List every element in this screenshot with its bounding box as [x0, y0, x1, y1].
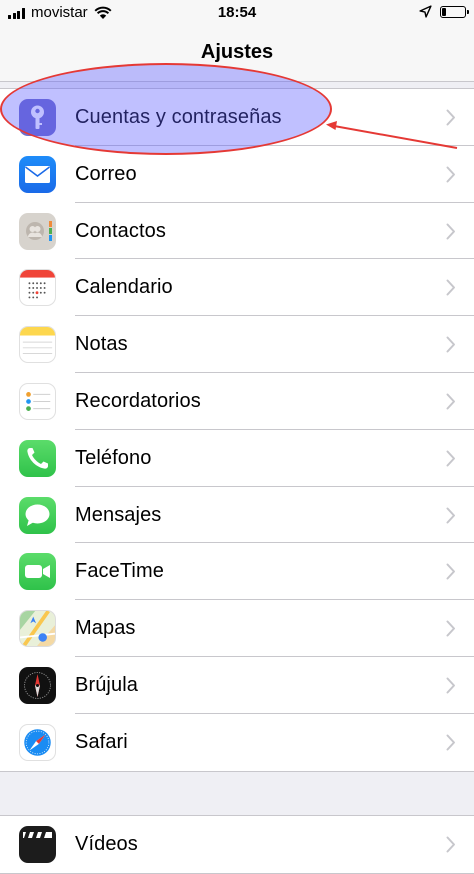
chevron-right-icon: [446, 166, 455, 183]
chevron-right-icon: [446, 450, 455, 467]
settings-row-cuentas[interactable]: Cuentas y contraseñas: [0, 89, 474, 146]
settings-row-videos[interactable]: Vídeos: [0, 816, 474, 873]
battery-icon: [440, 5, 469, 18]
settings-row-mapas[interactable]: Mapas: [0, 600, 474, 657]
settings-row-label: Recordatorios: [75, 389, 201, 412]
settings-row-label: Teléfono: [75, 446, 152, 469]
settings-row-label: Mensajes: [75, 503, 162, 526]
reminders-icon: [19, 382, 56, 420]
settings-row-calendario[interactable]: Calendario: [0, 259, 474, 317]
chevron-right-icon: [446, 677, 455, 694]
settings-row-label: Notas: [75, 333, 128, 356]
contacts-icon: [19, 212, 56, 250]
settings-row-label: Calendario: [75, 276, 173, 299]
chevron-right-icon: [446, 279, 455, 296]
maps-icon: [19, 610, 56, 648]
calendar-icon: [19, 269, 56, 307]
settings-row-contactos[interactable]: Contactos: [0, 203, 474, 260]
status-bar: movistar 18:54: [0, 0, 474, 26]
chevron-right-icon: [446, 563, 455, 580]
mail-icon: [19, 155, 56, 193]
settings-row-label: Mapas: [75, 617, 136, 640]
clock: 18:54: [217, 4, 257, 21]
settings-row-mensajes[interactable]: Mensajes: [0, 487, 474, 544]
settings-row-label: FaceTime: [75, 560, 164, 583]
settings-row-label: Correo: [75, 162, 137, 185]
chevron-right-icon: [446, 620, 455, 637]
settings-row-notas[interactable]: Notas: [0, 316, 474, 373]
settings-row-label: Safari: [75, 730, 128, 753]
compass-icon: [19, 666, 56, 704]
settings-row-correo[interactable]: Correo: [0, 146, 474, 203]
settings-row-facetime[interactable]: FaceTime: [0, 543, 474, 601]
navigation-bar: Ajustes: [0, 26, 474, 82]
status-right: [419, 5, 469, 18]
chevron-right-icon: [446, 507, 455, 524]
videos-icon: [19, 826, 56, 863]
location-arrow-icon: [419, 5, 432, 18]
settings-row-label: Vídeos: [75, 833, 138, 855]
chevron-right-icon: [446, 836, 455, 853]
settings-row-brujula[interactable]: Brújula: [0, 657, 474, 714]
battery-level: [442, 7, 447, 16]
chevron-right-icon: [446, 393, 455, 410]
settings-row-telefono[interactable]: Teléfono: [0, 430, 474, 487]
chevron-right-icon: [446, 109, 455, 126]
settings-group: Cuentas y contraseñas Correo Contactos C…: [0, 88, 474, 772]
key-icon: [19, 99, 56, 136]
notes-icon: [19, 326, 56, 364]
chevron-right-icon: [446, 223, 455, 240]
page-title: Ajustes: [200, 41, 274, 63]
settings-row-recordatorios[interactable]: Recordatorios: [0, 373, 474, 430]
facetime-icon: [19, 553, 56, 591]
safari-icon: [19, 723, 56, 761]
messages-icon: [19, 496, 56, 534]
media-group: Vídeos: [0, 815, 474, 874]
settings-row-label: Brújula: [75, 673, 138, 696]
settings-row-label: Contactos: [75, 219, 166, 242]
settings-row-safari[interactable]: Safari: [0, 714, 474, 771]
settings-row-label: Cuentas y contraseñas: [75, 106, 282, 128]
phone-icon: [19, 439, 56, 477]
chevron-right-icon: [446, 734, 455, 751]
chevron-right-icon: [446, 336, 455, 353]
